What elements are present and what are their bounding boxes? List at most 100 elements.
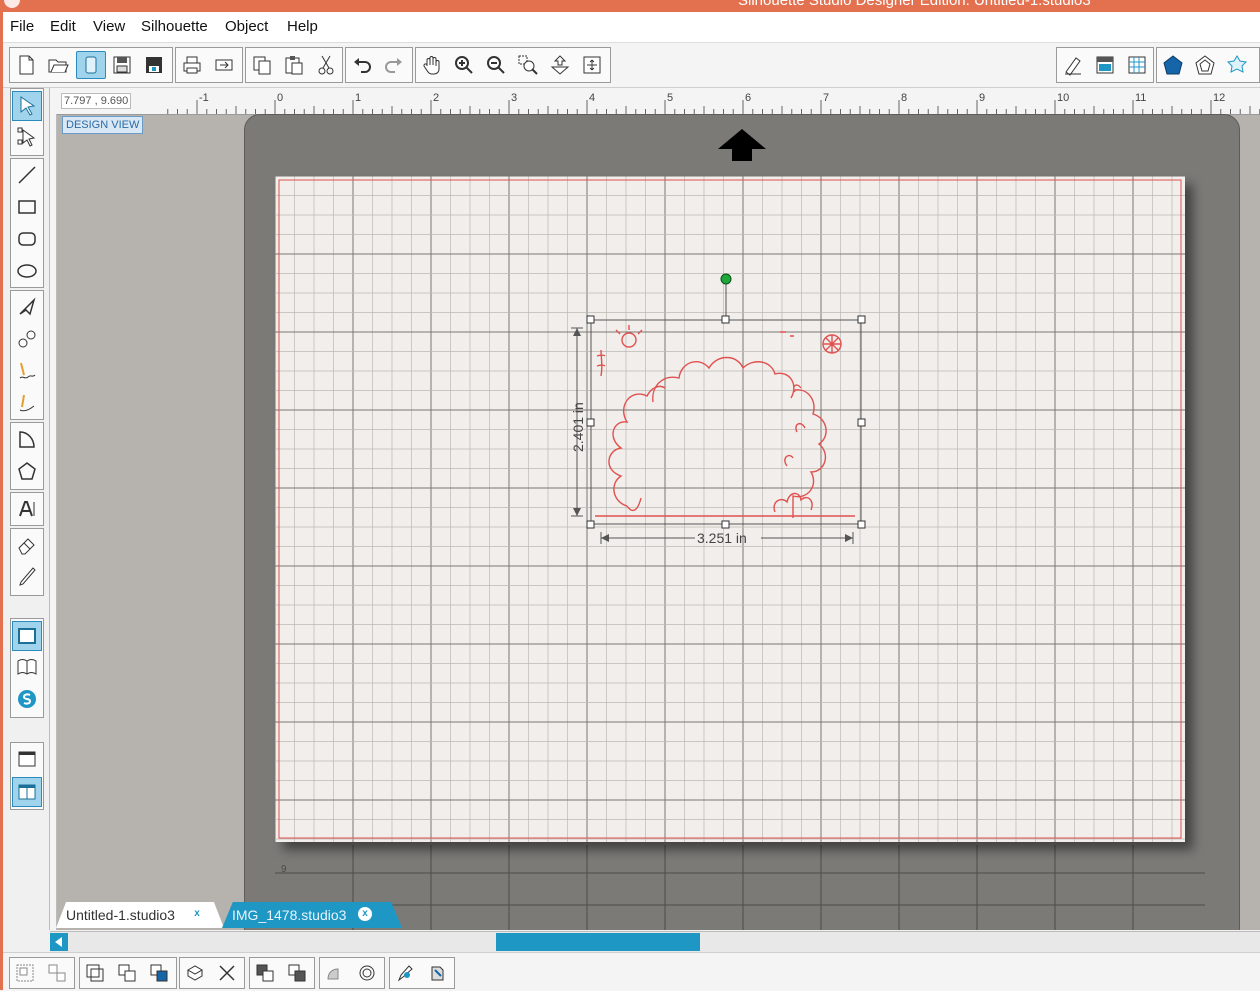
- offset-icon[interactable]: [1191, 52, 1219, 78]
- delete-icon[interactable]: [214, 961, 240, 985]
- ruler-label: 4: [589, 92, 595, 104]
- cursor-coordinates: 7.797 , 9.690: [61, 93, 132, 109]
- close-tab-icon[interactable]: x: [358, 907, 372, 921]
- app-icon: [4, 0, 20, 8]
- text-tools-group: [10, 492, 44, 526]
- modify-tools-group: [319, 957, 385, 989]
- menu-object[interactable]: Object: [225, 18, 268, 35]
- undo-icon[interactable]: [348, 52, 376, 78]
- line-style-icon[interactable]: [1059, 52, 1087, 78]
- ruler-label: 3: [511, 92, 517, 104]
- ruler-label: 6: [745, 92, 751, 104]
- line-tool-icon[interactable]: [13, 161, 41, 189]
- ruler-label: 7: [823, 92, 829, 104]
- zoom-out-icon[interactable]: [482, 52, 510, 78]
- replicate-icon[interactable]: [1223, 52, 1251, 78]
- document-tabs: Untitled-1.studio3 x IMG_1478.studio3 x: [50, 900, 1260, 930]
- pattern-fill-icon[interactable]: [1123, 52, 1151, 78]
- save-to-library-icon[interactable]: [140, 52, 168, 78]
- trace-icon[interactable]: [392, 961, 418, 985]
- point-edit-icon[interactable]: [13, 123, 41, 151]
- text-tool-icon[interactable]: [13, 495, 41, 523]
- trace-tools-group: [389, 957, 455, 989]
- tab-untitled-1[interactable]: Untitled-1.studio3 x: [56, 902, 224, 928]
- eraser-tool-icon[interactable]: [13, 531, 41, 559]
- horizontal-scrollbar[interactable]: [50, 931, 1260, 952]
- ungroup-icon[interactable]: [44, 961, 70, 985]
- bring-forward-icon[interactable]: [146, 961, 172, 985]
- weld-icon[interactable]: [182, 961, 208, 985]
- tab-img-1478[interactable]: IMG_1478.studio3 x: [222, 902, 402, 928]
- paste-icon[interactable]: [280, 52, 308, 78]
- ruler-label: 1: [355, 92, 361, 104]
- fill-panel-icon[interactable]: [1091, 52, 1119, 78]
- page-setup-icon[interactable]: [12, 621, 42, 651]
- tree-cut-design: [595, 325, 855, 518]
- new-document-icon[interactable]: [12, 52, 40, 78]
- group-icon[interactable]: [12, 961, 38, 985]
- modify-icon[interactable]: [322, 961, 348, 985]
- save-icon[interactable]: [108, 52, 136, 78]
- rectangle-tool-icon[interactable]: [13, 193, 41, 221]
- redo-icon[interactable]: [380, 52, 408, 78]
- height-dimension: 2.401 in: [570, 402, 586, 452]
- print-cut-icon[interactable]: [424, 961, 450, 985]
- send-to-cutter-icon[interactable]: [210, 52, 238, 78]
- group-tools-group: [9, 957, 75, 989]
- release-compound-icon[interactable]: [114, 961, 140, 985]
- cut-icon[interactable]: [312, 52, 340, 78]
- ellipse-tool-icon[interactable]: [13, 257, 41, 285]
- page-icon[interactable]: [76, 51, 106, 79]
- copy-icon[interactable]: [248, 52, 276, 78]
- zoom-in-icon[interactable]: [450, 52, 478, 78]
- cutting-grid[interactable]: 2.401 in 3.251 in: [275, 176, 1185, 842]
- smooth-freehand-tool-icon[interactable]: [13, 389, 41, 417]
- menu-help[interactable]: Help: [287, 18, 318, 35]
- scroll-left-button[interactable]: [50, 933, 68, 951]
- shape-library-icon[interactable]: [1159, 52, 1187, 78]
- rounded-rectangle-tool-icon[interactable]: [13, 225, 41, 253]
- send-backward-icon[interactable]: [252, 961, 278, 985]
- offset-panel-icon[interactable]: [354, 961, 380, 985]
- zoom-page-icon[interactable]: [578, 52, 606, 78]
- menu-bar: File Edit View Silhouette Object Help: [3, 12, 1260, 43]
- close-tab-icon[interactable]: x: [190, 907, 204, 921]
- open-folder-icon[interactable]: [44, 52, 72, 78]
- menu-file[interactable]: File: [10, 18, 34, 35]
- menu-view[interactable]: View: [93, 18, 125, 35]
- mat-row-label: 9: [281, 864, 287, 875]
- scroll-thumb[interactable]: [496, 933, 700, 951]
- curve-tool-icon[interactable]: [13, 325, 41, 353]
- fill-toolbar-group: [1056, 47, 1154, 83]
- menu-edit[interactable]: Edit: [50, 18, 76, 35]
- knife-tool-icon[interactable]: [13, 563, 41, 591]
- select-arrow-icon[interactable]: [12, 91, 42, 121]
- send-to-back-icon[interactable]: [284, 961, 310, 985]
- make-compound-icon[interactable]: [82, 961, 108, 985]
- freehand-tool-icon[interactable]: [13, 357, 41, 385]
- design-view-label[interactable]: DESIGN VIEW: [62, 116, 144, 134]
- split-view-icon[interactable]: [12, 777, 42, 807]
- library-icon[interactable]: [13, 653, 41, 681]
- menu-silhouette[interactable]: Silhouette: [141, 18, 208, 35]
- zoom-box-icon[interactable]: [514, 52, 542, 78]
- feed-direction-arrow: [718, 129, 766, 161]
- rotate-handle[interactable]: [720, 273, 732, 285]
- ruler-ticks: -1 0 1 2 3 4 5 6 7 8 9 10 11 12: [167, 92, 1260, 114]
- view-tools-group: [10, 742, 44, 810]
- polygon-tool-icon[interactable]: [13, 293, 41, 321]
- zoom-fit-icon[interactable]: [546, 52, 574, 78]
- ruler-label: 10: [1057, 92, 1069, 104]
- compound-tools-group: [79, 957, 177, 989]
- window-toggle-icon[interactable]: [13, 745, 41, 773]
- selection-height-label: 2.401 in: [570, 402, 586, 452]
- work-area[interactable]: -1 0 1 2 3 4 5 6 7 8 9 10 11 12 7.797 , 9.690 DESIGN …: [50, 88, 1260, 930]
- title-bar: Silhouette Studio Designer Edition: Unti…: [0, 0, 1260, 12]
- arc-tool-icon[interactable]: [13, 425, 41, 453]
- regular-polygon-tool-icon[interactable]: [13, 457, 41, 485]
- print-icon[interactable]: [178, 52, 206, 78]
- pan-hand-icon[interactable]: [418, 52, 446, 78]
- history-toolbar-group: [345, 47, 413, 83]
- silhouette-store-icon[interactable]: [13, 685, 41, 713]
- ruler-label: 9: [979, 92, 985, 104]
